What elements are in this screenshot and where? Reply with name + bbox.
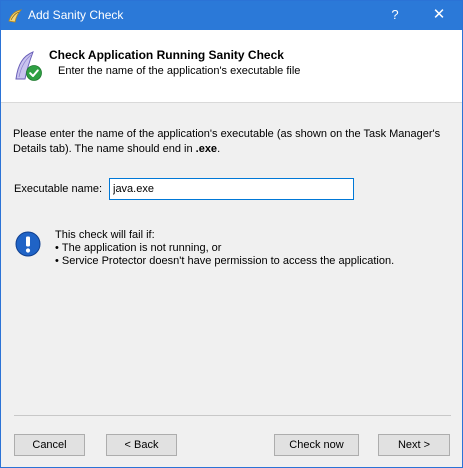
executable-name-label: Executable name: xyxy=(14,183,103,195)
close-button[interactable]: ✕ xyxy=(417,1,461,30)
executable-name-input[interactable] xyxy=(109,178,354,200)
window-title: Add Sanity Check xyxy=(28,8,124,22)
intro-body: Please enter the name of the application… xyxy=(13,128,441,155)
intro-emphasis: .exe xyxy=(195,143,218,155)
dialog-window: Add Sanity Check ? ✕ Check Application R… xyxy=(0,0,463,468)
check-now-button[interactable]: Check now xyxy=(274,434,359,456)
failure-item: The application is not running, or xyxy=(55,242,394,255)
cancel-button[interactable]: Cancel xyxy=(14,434,85,456)
failure-list: The application is not running, or Servi… xyxy=(55,242,394,268)
info-exclamation-icon xyxy=(15,231,41,257)
sanity-check-icon xyxy=(15,51,42,81)
app-icon xyxy=(8,9,23,23)
page-title: Check Application Running Sanity Check xyxy=(49,48,284,62)
next-button[interactable]: Next > xyxy=(378,434,450,456)
title-bar[interactable]: Add Sanity Check ? ✕ xyxy=(1,1,462,30)
page-subtitle: Enter the name of the application's exec… xyxy=(58,65,301,77)
wizard-header: Check Application Running Sanity Check E… xyxy=(1,30,462,103)
intro-suffix: . xyxy=(217,143,221,155)
back-button[interactable]: < Back xyxy=(106,434,177,456)
failure-item: Service Protector doesn't have permissio… xyxy=(55,255,394,268)
failure-conditions: This check will fail if: The application… xyxy=(55,229,394,268)
footer-divider xyxy=(14,415,451,416)
intro-text: Please enter the name of the application… xyxy=(13,127,453,157)
failure-heading: This check will fail if: xyxy=(55,229,155,241)
help-button[interactable]: ? xyxy=(373,1,417,30)
